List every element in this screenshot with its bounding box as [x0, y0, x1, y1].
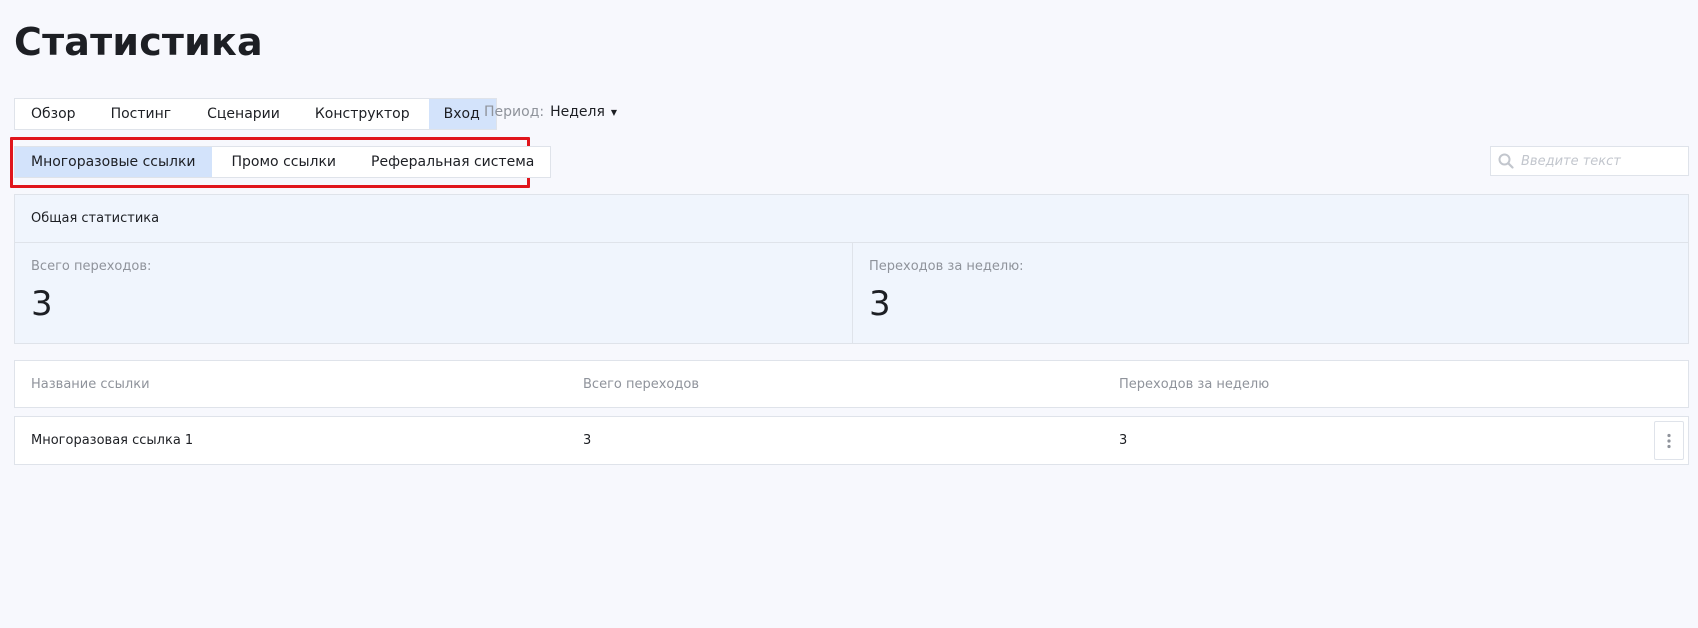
stat-total: Всего переходов: 3	[15, 243, 853, 343]
main-tabs: Обзор Постинг Сценарии Конструктор Вход	[14, 98, 497, 130]
stat-total-label: Всего переходов:	[31, 259, 152, 274]
period-label: Период:	[484, 104, 545, 120]
tab-constructor[interactable]: Конструктор	[297, 99, 429, 129]
table-row: Многоразовая ссылка 1 3 3	[14, 416, 1689, 465]
search-box	[1490, 146, 1689, 176]
sub-tabs: Многоразовые ссылки Промо ссылки Реферал…	[14, 146, 552, 178]
cell-total: 3	[583, 433, 592, 448]
search-input[interactable]	[1521, 153, 1681, 169]
subtab-promo-links[interactable]: Промо ссылки	[212, 147, 355, 177]
period-value: Неделя	[550, 104, 605, 120]
page-title: Статистика	[14, 20, 263, 64]
stat-week-label: Переходов за неделю:	[869, 259, 1024, 274]
more-vertical-icon	[1667, 433, 1671, 448]
tab-overview[interactable]: Обзор	[15, 99, 93, 129]
cell-week: 3	[1119, 433, 1128, 448]
table-header: Название ссылки Всего переходов Переходо…	[14, 360, 1689, 408]
stats-card: Общая статистика Всего переходов: 3 Пере…	[14, 194, 1689, 344]
period-dropdown[interactable]: Неделя ▼	[550, 104, 617, 120]
search-icon	[1491, 147, 1521, 175]
tab-scenarios[interactable]: Сценарии	[189, 99, 297, 129]
cell-link-name: Многоразовая ссылка 1	[31, 433, 194, 448]
tab-posting[interactable]: Постинг	[93, 99, 190, 129]
subtab-referral-system[interactable]: Реферальная система	[354, 147, 550, 177]
column-header-total: Всего переходов	[583, 376, 699, 392]
column-header-week: Переходов за неделю	[1119, 376, 1270, 392]
row-more-button[interactable]	[1654, 421, 1684, 460]
stat-total-value: 3	[31, 284, 53, 324]
column-header-name: Название ссылки	[31, 376, 150, 392]
stat-week: Переходов за неделю: 3	[853, 243, 1040, 343]
stats-title: Общая статистика	[15, 195, 1688, 243]
stat-week-value: 3	[869, 284, 891, 324]
caret-down-icon: ▼	[610, 107, 618, 117]
subtab-reusable-links[interactable]: Многоразовые ссылки	[15, 147, 212, 177]
period-selector: Период: Неделя ▼	[484, 104, 617, 120]
